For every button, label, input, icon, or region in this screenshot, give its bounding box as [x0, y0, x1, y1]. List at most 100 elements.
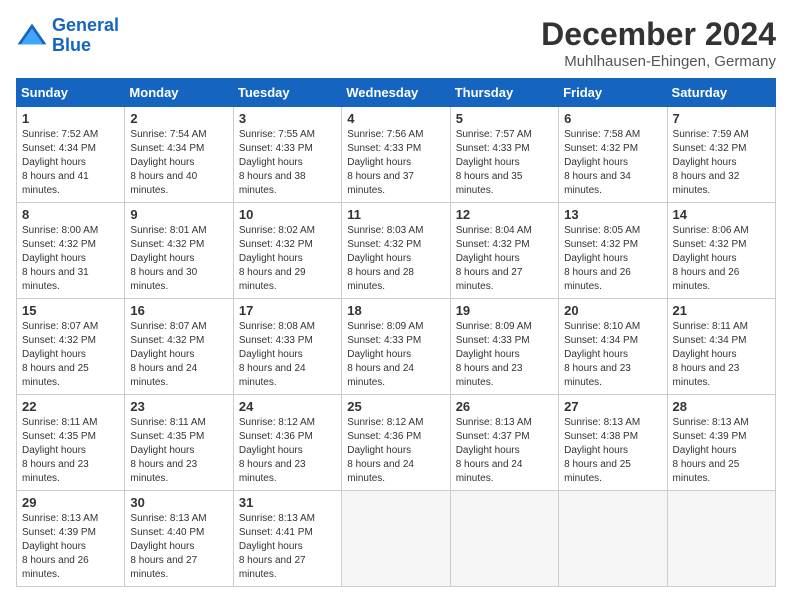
calendar-cell: 11 Sunrise: 8:03 AM Sunset: 4:32 PM Dayl… [342, 203, 450, 299]
cell-info: Sunrise: 8:09 AM Sunset: 4:33 PM Dayligh… [456, 320, 553, 390]
day-number: 20 [564, 303, 661, 318]
calendar-week-3: 15 Sunrise: 8:07 AM Sunset: 4:32 PM Dayl… [17, 299, 776, 395]
calendar-cell: 13 Sunrise: 8:05 AM Sunset: 4:32 PM Dayl… [559, 203, 667, 299]
cell-info: Sunrise: 8:13 AM Sunset: 4:41 PM Dayligh… [239, 512, 336, 582]
cell-info: Sunrise: 8:00 AM Sunset: 4:32 PM Dayligh… [22, 224, 119, 294]
calendar-cell [559, 491, 667, 587]
calendar-cell: 6 Sunrise: 7:58 AM Sunset: 4:32 PM Dayli… [559, 107, 667, 203]
day-number: 12 [456, 207, 553, 222]
calendar-week-2: 8 Sunrise: 8:00 AM Sunset: 4:32 PM Dayli… [17, 203, 776, 299]
cell-info: Sunrise: 7:58 AM Sunset: 4:32 PM Dayligh… [564, 128, 661, 198]
calendar-week-4: 22 Sunrise: 8:11 AM Sunset: 4:35 PM Dayl… [17, 395, 776, 491]
cell-info: Sunrise: 8:11 AM Sunset: 4:35 PM Dayligh… [22, 416, 119, 486]
calendar-cell: 2 Sunrise: 7:54 AM Sunset: 4:34 PM Dayli… [125, 107, 233, 203]
cell-info: Sunrise: 7:54 AM Sunset: 4:34 PM Dayligh… [130, 128, 227, 198]
day-number: 28 [673, 399, 770, 414]
calendar-cell: 15 Sunrise: 8:07 AM Sunset: 4:32 PM Dayl… [17, 299, 125, 395]
cell-info: Sunrise: 8:09 AM Sunset: 4:33 PM Dayligh… [347, 320, 444, 390]
col-tuesday: Tuesday [233, 79, 341, 107]
calendar-cell: 10 Sunrise: 8:02 AM Sunset: 4:32 PM Dayl… [233, 203, 341, 299]
cell-info: Sunrise: 8:01 AM Sunset: 4:32 PM Dayligh… [130, 224, 227, 294]
day-number: 30 [130, 495, 227, 510]
calendar-cell: 21 Sunrise: 8:11 AM Sunset: 4:34 PM Dayl… [667, 299, 775, 395]
calendar-cell: 27 Sunrise: 8:13 AM Sunset: 4:38 PM Dayl… [559, 395, 667, 491]
calendar-cell: 14 Sunrise: 8:06 AM Sunset: 4:32 PM Dayl… [667, 203, 775, 299]
calendar-cell: 17 Sunrise: 8:08 AM Sunset: 4:33 PM Dayl… [233, 299, 341, 395]
calendar-cell: 19 Sunrise: 8:09 AM Sunset: 4:33 PM Dayl… [450, 299, 558, 395]
day-number: 11 [347, 207, 444, 222]
calendar-cell: 18 Sunrise: 8:09 AM Sunset: 4:33 PM Dayl… [342, 299, 450, 395]
calendar-cell: 12 Sunrise: 8:04 AM Sunset: 4:32 PM Dayl… [450, 203, 558, 299]
cell-info: Sunrise: 8:08 AM Sunset: 4:33 PM Dayligh… [239, 320, 336, 390]
calendar-cell: 9 Sunrise: 8:01 AM Sunset: 4:32 PM Dayli… [125, 203, 233, 299]
header-row: Sunday Monday Tuesday Wednesday Thursday… [17, 79, 776, 107]
logo-line2: Blue [52, 35, 91, 55]
day-number: 6 [564, 111, 661, 126]
cell-info: Sunrise: 7:59 AM Sunset: 4:32 PM Dayligh… [673, 128, 770, 198]
day-number: 4 [347, 111, 444, 126]
calendar-cell: 5 Sunrise: 7:57 AM Sunset: 4:33 PM Dayli… [450, 107, 558, 203]
col-wednesday: Wednesday [342, 79, 450, 107]
col-saturday: Saturday [667, 79, 775, 107]
day-number: 23 [130, 399, 227, 414]
cell-info: Sunrise: 8:05 AM Sunset: 4:32 PM Dayligh… [564, 224, 661, 294]
logo: General Blue [16, 16, 119, 56]
cell-info: Sunrise: 8:07 AM Sunset: 4:32 PM Dayligh… [130, 320, 227, 390]
cell-info: Sunrise: 8:07 AM Sunset: 4:32 PM Dayligh… [22, 320, 119, 390]
calendar-cell: 24 Sunrise: 8:12 AM Sunset: 4:36 PM Dayl… [233, 395, 341, 491]
col-monday: Monday [125, 79, 233, 107]
cell-info: Sunrise: 8:13 AM Sunset: 4:39 PM Dayligh… [673, 416, 770, 486]
calendar-cell: 31 Sunrise: 8:13 AM Sunset: 4:41 PM Dayl… [233, 491, 341, 587]
day-number: 3 [239, 111, 336, 126]
col-sunday: Sunday [17, 79, 125, 107]
cell-info: Sunrise: 8:03 AM Sunset: 4:32 PM Dayligh… [347, 224, 444, 294]
cell-info: Sunrise: 8:10 AM Sunset: 4:34 PM Dayligh… [564, 320, 661, 390]
day-number: 29 [22, 495, 119, 510]
cell-info: Sunrise: 8:02 AM Sunset: 4:32 PM Dayligh… [239, 224, 336, 294]
day-number: 19 [456, 303, 553, 318]
cell-info: Sunrise: 8:11 AM Sunset: 4:34 PM Dayligh… [673, 320, 770, 390]
cell-info: Sunrise: 7:52 AM Sunset: 4:34 PM Dayligh… [22, 128, 119, 198]
calendar-week-5: 29 Sunrise: 8:13 AM Sunset: 4:39 PM Dayl… [17, 491, 776, 587]
calendar-cell: 25 Sunrise: 8:12 AM Sunset: 4:36 PM Dayl… [342, 395, 450, 491]
calendar-cell: 28 Sunrise: 8:13 AM Sunset: 4:39 PM Dayl… [667, 395, 775, 491]
day-number: 9 [130, 207, 227, 222]
cell-info: Sunrise: 8:06 AM Sunset: 4:32 PM Dayligh… [673, 224, 770, 294]
calendar-cell [667, 491, 775, 587]
day-number: 21 [673, 303, 770, 318]
cell-info: Sunrise: 8:13 AM Sunset: 4:38 PM Dayligh… [564, 416, 661, 486]
cell-info: Sunrise: 8:04 AM Sunset: 4:32 PM Dayligh… [456, 224, 553, 294]
cell-info: Sunrise: 8:12 AM Sunset: 4:36 PM Dayligh… [239, 416, 336, 486]
day-number: 15 [22, 303, 119, 318]
cell-info: Sunrise: 8:13 AM Sunset: 4:37 PM Dayligh… [456, 416, 553, 486]
day-number: 14 [673, 207, 770, 222]
day-number: 16 [130, 303, 227, 318]
logo-icon [16, 22, 48, 50]
calendar-title: December 2024 [541, 16, 776, 53]
day-number: 13 [564, 207, 661, 222]
col-friday: Friday [559, 79, 667, 107]
day-number: 18 [347, 303, 444, 318]
calendar-cell: 29 Sunrise: 8:13 AM Sunset: 4:39 PM Dayl… [17, 491, 125, 587]
cell-info: Sunrise: 7:56 AM Sunset: 4:33 PM Dayligh… [347, 128, 444, 198]
calendar-cell [342, 491, 450, 587]
calendar-cell: 1 Sunrise: 7:52 AM Sunset: 4:34 PM Dayli… [17, 107, 125, 203]
day-number: 27 [564, 399, 661, 414]
day-number: 25 [347, 399, 444, 414]
day-number: 26 [456, 399, 553, 414]
day-number: 7 [673, 111, 770, 126]
calendar-cell: 23 Sunrise: 8:11 AM Sunset: 4:35 PM Dayl… [125, 395, 233, 491]
calendar-cell: 22 Sunrise: 8:11 AM Sunset: 4:35 PM Dayl… [17, 395, 125, 491]
calendar-cell: 30 Sunrise: 8:13 AM Sunset: 4:40 PM Dayl… [125, 491, 233, 587]
cell-info: Sunrise: 8:13 AM Sunset: 4:39 PM Dayligh… [22, 512, 119, 582]
calendar-cell: 7 Sunrise: 7:59 AM Sunset: 4:32 PM Dayli… [667, 107, 775, 203]
day-number: 17 [239, 303, 336, 318]
calendar-cell: 16 Sunrise: 8:07 AM Sunset: 4:32 PM Dayl… [125, 299, 233, 395]
logo-line1: General [52, 15, 119, 35]
day-number: 2 [130, 111, 227, 126]
title-block: December 2024 Muhlhausen-Ehingen, German… [541, 16, 776, 70]
cell-info: Sunrise: 8:13 AM Sunset: 4:40 PM Dayligh… [130, 512, 227, 582]
calendar-subtitle: Muhlhausen-Ehingen, Germany [541, 53, 776, 70]
day-number: 31 [239, 495, 336, 510]
day-number: 22 [22, 399, 119, 414]
